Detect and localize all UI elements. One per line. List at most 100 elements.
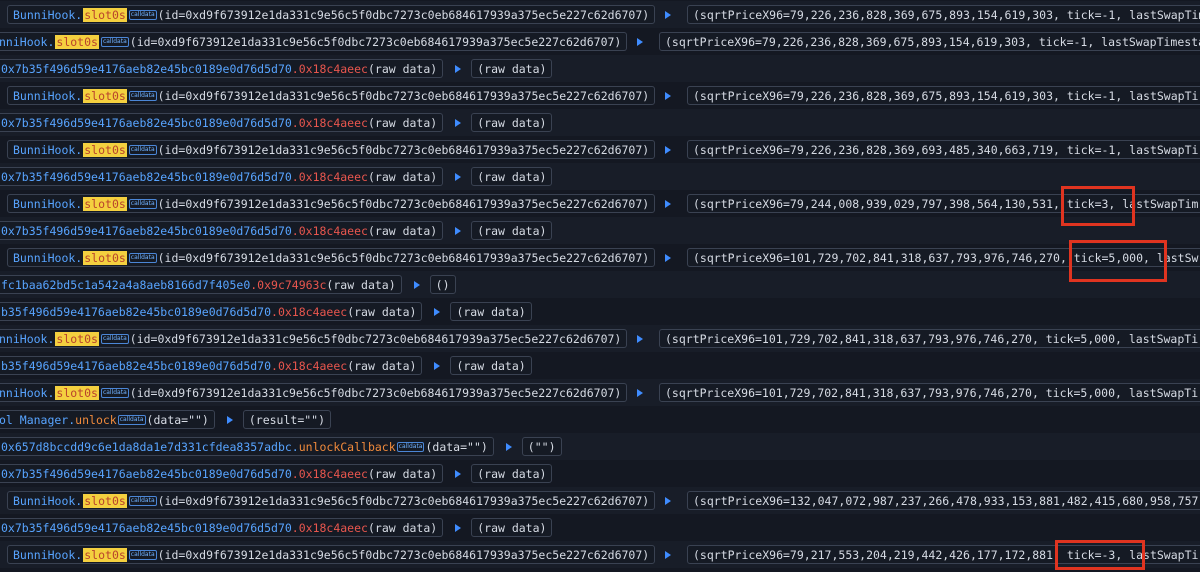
trace-row[interactable]: nniHook. slot0s calldata (id=0xd9f673912e1d…	[0, 379, 1200, 406]
contract-name[interactable]: 0x657d8bccdd9c6e1da8da1e7d331cfdea8357ad…	[1, 440, 299, 454]
trace-row[interactable]: ol Manager. unlock calldata (data="") (resul…	[0, 406, 1200, 433]
expand-arrow-icon[interactable]	[434, 361, 441, 370]
call-segment[interactable]: BunniHook. slot0s calldata (id=0xd9f673912e…	[7, 140, 656, 159]
expand-arrow-icon[interactable]	[455, 469, 462, 478]
call-segment[interactable]: 0x657d8bccdd9c6e1da8da1e7d331cfdea8357ad…	[0, 437, 494, 456]
call-segment[interactable]: BunniHook. slot0s calldata (id=0xd9f673912e…	[7, 194, 656, 213]
trace-row[interactable]: 0x7b35f496d59e4176aeb82e45bc0189e0d76d5d…	[0, 460, 1200, 487]
expand-arrow-icon[interactable]	[434, 307, 441, 316]
contract-name[interactable]: BunniHook.	[13, 89, 82, 103]
trace-row[interactable]: b35f496d59e4176aeb82e45bc0189e0d76d5d70.…	[0, 298, 1200, 325]
call-segment[interactable]: 0x7b35f496d59e4176aeb82e45bc0189e0d76d5d…	[0, 221, 444, 240]
contract-name[interactable]: ol Manager.	[0, 413, 75, 427]
expand-arrow-icon[interactable]	[665, 496, 671, 505]
expand-arrow-icon[interactable]	[455, 64, 462, 73]
calldata-badge[interactable]: calldata	[128, 252, 157, 263]
expand-arrow-icon[interactable]	[455, 523, 462, 532]
function-selector[interactable]: .0x18c4aeec	[292, 62, 368, 76]
expand-arrow-icon[interactable]	[455, 118, 462, 127]
calldata-badge[interactable]: calldata	[128, 90, 157, 101]
call-segment[interactable]: nniHook. slot0s calldata (id=0xd9f673912e1d…	[0, 329, 628, 348]
calldata-badge[interactable]: calldata	[100, 36, 129, 47]
contract-name[interactable]: nniHook.	[0, 35, 54, 49]
function-name[interactable]: slot0s	[55, 34, 99, 49]
contract-name[interactable]: BunniHook.	[13, 8, 82, 22]
function-selector[interactable]: .0x9c74963c	[250, 278, 326, 292]
contract-address[interactable]: 0x7b35f496d59e4176aeb82e45bc0189e0d76d5d…	[1, 116, 292, 130]
function-selector[interactable]: .0x18c4aeec	[271, 305, 347, 319]
trace-row[interactable]: nniHook. slot0s calldata (id=0xd9f673912e1d…	[0, 28, 1200, 55]
call-result[interactable]: (sqrtPriceX96=79,217,553,204,219,442,426…	[687, 545, 1200, 564]
call-result[interactable]: (sqrtPriceX96=101,729,702,841,318,637,79…	[659, 329, 1200, 348]
function-name[interactable]: unlockCallback	[299, 440, 396, 454]
calldata-badge[interactable]: calldata	[128, 549, 157, 560]
expand-arrow-icon[interactable]	[455, 172, 462, 181]
trace-row[interactable]: BunniHook. slot0s calldata (id=0xd9f673912e…	[0, 190, 1200, 217]
function-selector[interactable]: .0x18c4aeec	[292, 467, 368, 481]
call-result[interactable]: (raw data)	[450, 302, 532, 321]
call-result[interactable]: (sqrtPriceX96=101,729,702,841,318,637,79…	[687, 248, 1200, 267]
call-segment[interactable]: BunniHook. slot0s calldata (id=0xd9f673912e…	[7, 491, 656, 510]
call-segment[interactable]: 0x7b35f496d59e4176aeb82e45bc0189e0d76d5d…	[0, 167, 444, 186]
call-segment[interactable]: BunniHook. slot0s calldata (id=0xd9f673912e…	[7, 248, 656, 267]
call-segment[interactable]: BunniHook. slot0s calldata (id=0xd9f673912e…	[7, 545, 656, 564]
trace-row[interactable]: 0x7b35f496d59e4176aeb82e45bc0189e0d76d5d…	[0, 55, 1200, 82]
call-segment[interactable]: 0x7b35f496d59e4176aeb82e45bc0189e0d76d5d…	[0, 59, 444, 78]
contract-address[interactable]: fc1baa62bd5c1a542a4a8aeb8166d7f405e0	[1, 278, 250, 292]
call-segment[interactable]: BunniHook. slot0s calldata (id=0xd9f673912e…	[7, 5, 656, 24]
call-result[interactable]: (result="")	[242, 410, 332, 429]
calldata-badge[interactable]: calldata	[100, 333, 129, 344]
contract-address[interactable]: 0x7b35f496d59e4176aeb82e45bc0189e0d76d5d…	[1, 224, 292, 238]
call-result[interactable]: (sqrtPriceX96=79,226,236,828,369,693,485…	[687, 140, 1200, 159]
calldata-badge[interactable]: calldata	[128, 495, 157, 506]
contract-address[interactable]: 0x7b35f496d59e4176aeb82e45bc0189e0d76d5d…	[1, 467, 292, 481]
call-result[interactable]: (raw data)	[450, 356, 532, 375]
call-result[interactable]: (raw data)	[471, 518, 553, 537]
expand-arrow-icon[interactable]	[637, 388, 643, 397]
call-result[interactable]: (raw data)	[471, 221, 553, 240]
trace-row[interactable]: 0x7b35f496d59e4176aeb82e45bc0189e0d76d5d…	[0, 217, 1200, 244]
trace-row[interactable]: 0x7b35f496d59e4176aeb82e45bc0189e0d76d5d…	[0, 109, 1200, 136]
function-name[interactable]: slot0s	[83, 493, 127, 508]
call-segment[interactable]: b35f496d59e4176aeb82e45bc0189e0d76d5d70.…	[0, 356, 423, 375]
call-result[interactable]: (raw data)	[471, 113, 553, 132]
trace-row[interactable]: nniHook. slot0s calldata (id=0xd9f673912e1d…	[0, 325, 1200, 352]
trace-row[interactable]: 0x657d8bccdd9c6e1da8da1e7d331cfdea8357ad…	[0, 433, 1200, 460]
call-segment[interactable]: ol Manager. unlock calldata (data="")	[0, 410, 215, 429]
call-result[interactable]: (sqrtPriceX96=79,226,236,828,369,675,893…	[659, 32, 1200, 51]
call-result[interactable]: ()	[429, 275, 456, 294]
contract-address[interactable]: 0x7b35f496d59e4176aeb82e45bc0189e0d76d5d…	[1, 521, 292, 535]
contract-name[interactable]: nniHook.	[0, 332, 54, 346]
call-segment[interactable]: BunniHook. slot0s calldata (id=0xd9f673912e…	[7, 86, 656, 105]
calldata-badge[interactable]: calldata	[128, 144, 157, 155]
trace-row[interactable]: 0x7b35f496d59e4176aeb82e45bc0189e0d76d5d…	[0, 163, 1200, 190]
call-segment[interactable]: b35f496d59e4176aeb82e45bc0189e0d76d5d70.…	[0, 302, 423, 321]
trace-row[interactable]: BunniHook. slot0s calldata (id=0xd9f673912e…	[0, 82, 1200, 109]
calldata-badge[interactable]: calldata	[128, 198, 157, 209]
expand-arrow-icon[interactable]	[665, 91, 671, 100]
call-result[interactable]: ("")	[521, 437, 562, 456]
call-result[interactable]: (raw data)	[471, 167, 553, 186]
function-name[interactable]: unlock	[75, 413, 117, 427]
function-name[interactable]: slot0s	[83, 88, 127, 103]
call-segment[interactable]: nniHook. slot0s calldata (id=0xd9f673912e1d…	[0, 383, 628, 402]
expand-arrow-icon[interactable]	[665, 253, 671, 262]
expand-arrow-icon[interactable]	[665, 199, 671, 208]
function-selector[interactable]: .0x18c4aeec	[292, 170, 368, 184]
call-result[interactable]: (sqrtPriceX96=79,226,236,828,369,675,893…	[687, 86, 1200, 105]
calldata-badge[interactable]: calldata	[396, 441, 425, 452]
contract-name[interactable]: BunniHook.	[13, 197, 82, 211]
call-segment[interactable]: fc1baa62bd5c1a542a4a8aeb8166d7f405e0.0x9…	[0, 275, 402, 294]
contract-address[interactable]: b35f496d59e4176aeb82e45bc0189e0d76d5d70	[1, 305, 271, 319]
trace-row[interactable]: BunniHook. slot0s calldata (id=0xd9f673912e…	[0, 541, 1200, 568]
call-result[interactable]: (raw data)	[471, 59, 553, 78]
trace-row[interactable]: b35f496d59e4176aeb82e45bc0189e0d76d5d70.…	[0, 352, 1200, 379]
call-result[interactable]: (raw data)	[471, 464, 553, 483]
expand-arrow-icon[interactable]	[637, 334, 643, 343]
calldata-badge[interactable]: calldata	[128, 9, 157, 20]
expand-arrow-icon[interactable]	[505, 442, 512, 451]
contract-name[interactable]: BunniHook.	[13, 548, 82, 562]
contract-address[interactable]: b35f496d59e4176aeb82e45bc0189e0d76d5d70	[1, 359, 271, 373]
call-result[interactable]: (sqrtPriceX96=79,244,008,939,029,797,398…	[687, 194, 1200, 213]
function-selector[interactable]: .0x18c4aeec	[292, 224, 368, 238]
